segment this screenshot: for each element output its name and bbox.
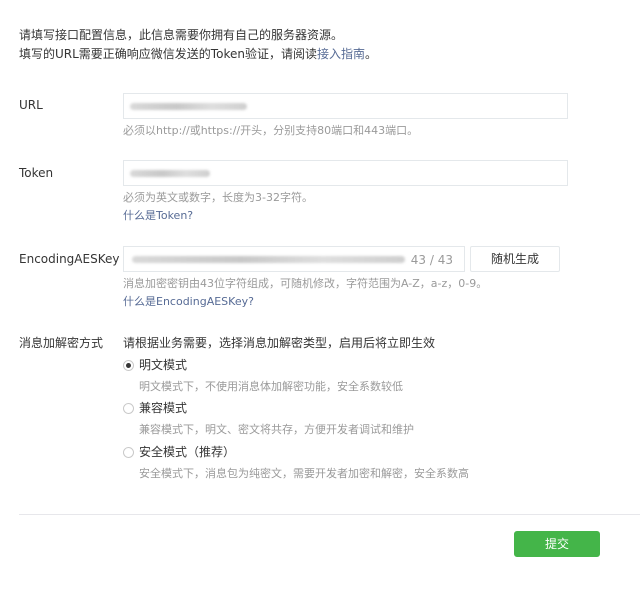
aes-key-input[interactable]: 43 / 43	[123, 246, 465, 272]
aes-key-counter: 43 / 43	[410, 253, 453, 267]
radio-unchecked-icon[interactable]	[123, 402, 134, 414]
random-generate-button[interactable]: 随机生成	[470, 246, 560, 272]
token-label: Token	[19, 166, 54, 180]
interface-config-page: 请填写接口配置信息，此信息需要你拥有自己的服务器资源。 填写的URL需要正确响应…	[0, 0, 640, 592]
intro-text: 请填写接口配置信息，此信息需要你拥有自己的服务器资源。 填写的URL需要正确响应…	[19, 26, 377, 64]
encryption-mode-label: 消息加解密方式	[19, 336, 104, 350]
footer-divider	[19, 514, 640, 515]
radio-plaintext-mode[interactable]: 明文模式	[123, 357, 187, 373]
compatible-mode-desc: 兼容模式下，明文、密文将共存，方便开发者调试和维护	[139, 423, 414, 436]
intro-line-2-suffix: 。	[364, 47, 377, 61]
url-input[interactable]	[123, 93, 568, 119]
token-input[interactable]	[123, 160, 568, 186]
radio-checked-icon[interactable]	[123, 359, 134, 371]
token-masked-value	[130, 170, 210, 177]
radio-unchecked-icon[interactable]	[123, 446, 134, 458]
token-hint: 必须为英文或数字，长度为3-32字符。	[123, 191, 313, 204]
radio-label: 兼容模式	[139, 401, 188, 415]
aes-key-masked-value	[132, 256, 405, 263]
intro-line-2: 填写的URL需要正确响应微信发送的Token验证，请阅读接入指南。	[19, 45, 377, 64]
plaintext-mode-desc: 明文模式下，不使用消息体加解密功能，安全系数较低	[139, 380, 403, 393]
url-label: URL	[19, 98, 43, 112]
radio-compatible-mode[interactable]: 兼容模式	[123, 400, 187, 416]
url-hint: 必须以http://或https://开头，分别支持80端口和443端口。	[123, 124, 419, 137]
url-masked-value	[130, 103, 247, 110]
intro-line-1: 请填写接口配置信息，此信息需要你拥有自己的服务器资源。	[19, 28, 344, 42]
aes-key-label: EncodingAESKey	[19, 252, 120, 266]
what-is-token-link[interactable]: 什么是Token?	[123, 208, 193, 223]
aes-key-hint: 消息加密密钥由43位字符组成，可随机修改，字符范围为A-Z，a-z，0-9。	[123, 277, 488, 290]
radio-label: 明文模式	[139, 358, 188, 372]
secure-mode-desc: 安全模式下，消息包为纯密文，需要开发者加密和解密，安全系数高	[139, 467, 469, 480]
submit-button[interactable]: 提交	[514, 531, 600, 557]
encryption-mode-description: 请根据业务需要，选择消息加解密类型，启用后将立即生效	[123, 336, 436, 350]
radio-secure-mode[interactable]: 安全模式（推荐）	[123, 444, 235, 460]
what-is-aes-key-link[interactable]: 什么是EncodingAESKey?	[123, 294, 254, 309]
intro-line-2-prefix: 填写的URL需要正确响应微信发送的Token验证，请阅读	[19, 47, 317, 61]
radio-label: 安全模式（推荐）	[139, 445, 236, 459]
access-guide-link[interactable]: 接入指南	[317, 47, 365, 61]
